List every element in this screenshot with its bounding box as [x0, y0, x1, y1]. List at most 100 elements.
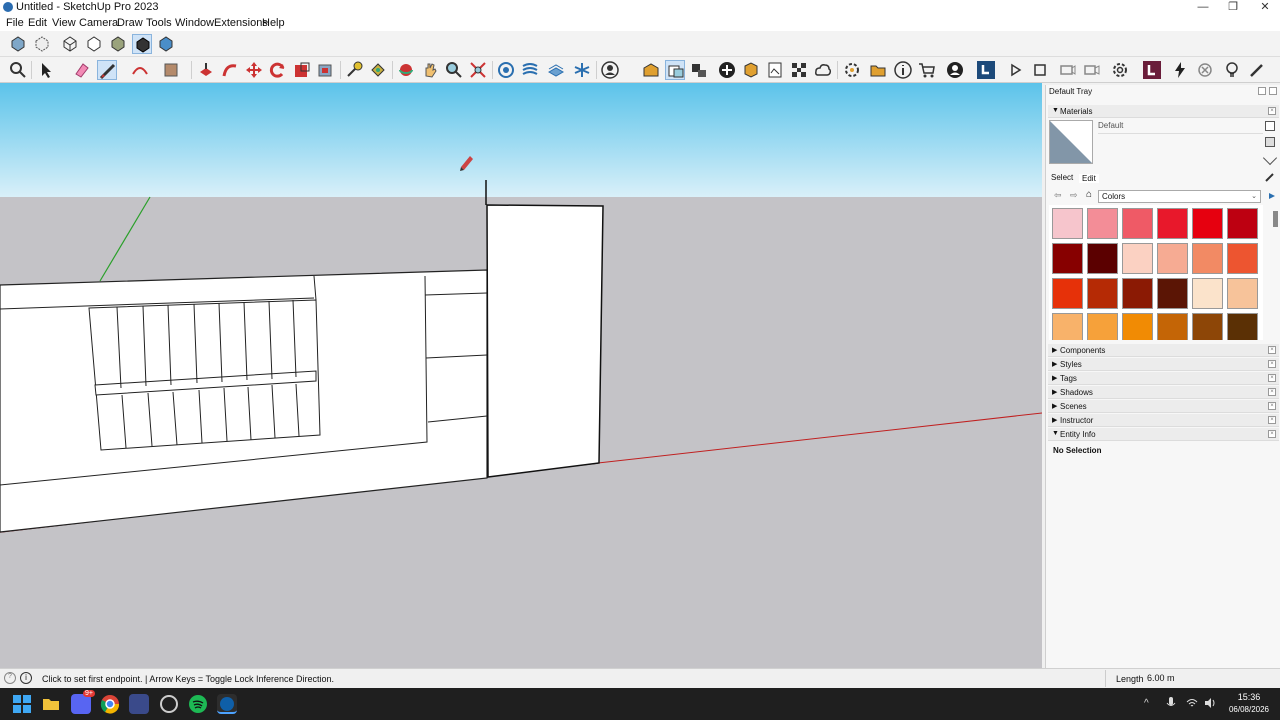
extension-logo-icon[interactable]	[976, 60, 996, 80]
details-arrow-icon[interactable]	[1267, 190, 1277, 200]
volume-icon[interactable]	[1204, 697, 1216, 709]
rectangle-tool-icon[interactable]	[161, 60, 181, 80]
create-material-icon[interactable]	[1265, 121, 1275, 131]
hidden-line-style-icon[interactable]	[84, 34, 104, 54]
eraser-tool-icon[interactable]	[72, 60, 92, 80]
cancel-circle-icon[interactable]	[1195, 60, 1215, 80]
styles-section-header[interactable]: ▶ Styles ×	[1048, 358, 1279, 371]
microphone-icon[interactable]	[1166, 697, 1176, 709]
wireframe-style-icon[interactable]	[60, 34, 80, 54]
instructor-section-header[interactable]: ▶ Instructor ×	[1048, 414, 1279, 427]
library-dropdown[interactable]: Colors ⌄	[1098, 190, 1261, 203]
menu-tools[interactable]: Tools	[146, 17, 172, 29]
color-swatch[interactable]	[1192, 313, 1223, 340]
materials-section-header[interactable]: ▼ Materials ×	[1048, 105, 1279, 118]
eyedropper-icon[interactable]	[1264, 171, 1276, 183]
menu-window[interactable]: Window	[175, 17, 214, 29]
color-swatch[interactable]	[1052, 243, 1083, 274]
wifi-icon[interactable]	[1186, 697, 1198, 709]
section-plane-icon[interactable]	[496, 60, 516, 80]
menu-help[interactable]: Help	[262, 17, 285, 29]
warehouse-icon[interactable]	[641, 60, 661, 80]
follow-me-tool-icon[interactable]	[220, 60, 240, 80]
lightning-icon[interactable]	[1170, 60, 1190, 80]
lightbulb-icon[interactable]	[1222, 60, 1242, 80]
sketchup-taskbar-icon[interactable]	[217, 694, 237, 714]
material-name[interactable]: Default	[1098, 121, 1123, 130]
color-swatch[interactable]	[1087, 313, 1118, 340]
color-swatch[interactable]	[1087, 278, 1118, 309]
forward-arrow-icon[interactable]: ⇨	[1070, 190, 1078, 201]
menu-draw[interactable]: Draw	[117, 17, 143, 29]
github-desktop-icon[interactable]	[159, 694, 179, 714]
cart-icon[interactable]	[917, 60, 937, 80]
back-arrow-icon[interactable]: ⇦	[1054, 190, 1062, 201]
color-swatch[interactable]	[1157, 208, 1188, 239]
entity-info-section-header[interactable]: ▼ Entity Info ×	[1048, 428, 1279, 441]
pan-tool-icon[interactable]	[420, 60, 440, 80]
discord-icon[interactable]	[71, 694, 91, 714]
windows-start-icon[interactable]	[12, 694, 32, 714]
color-swatch[interactable]	[1052, 313, 1083, 340]
menu-camera[interactable]: Camera	[79, 17, 118, 29]
info-icon[interactable]	[893, 60, 913, 80]
info-circle-icon[interactable]: i	[20, 672, 32, 684]
measurements-box[interactable]: 6.00 m	[1146, 673, 1278, 686]
duplicate-material-icon[interactable]	[1265, 137, 1275, 147]
tray-close-icon[interactable]	[1269, 87, 1277, 95]
scale-tool-icon[interactable]	[292, 60, 312, 80]
search-icon[interactable]	[8, 60, 28, 80]
monochrome-style-icon[interactable]	[156, 34, 176, 54]
paint-bucket-tool-icon[interactable]	[368, 60, 388, 80]
sandbox-smoove-icon[interactable]	[520, 60, 540, 80]
extension-manager-icon[interactable]	[842, 60, 862, 80]
xray-style-icon[interactable]	[8, 34, 28, 54]
home-icon[interactable]: ⌂	[1086, 189, 1092, 200]
swatch-scrollbar[interactable]	[1273, 211, 1278, 227]
drawing-viewport[interactable]	[0, 83, 1042, 668]
close-button[interactable]: ✕	[1250, 0, 1280, 15]
color-swatch[interactable]	[1052, 208, 1083, 239]
menu-edit[interactable]: Edit	[28, 17, 47, 29]
color-swatch[interactable]	[1192, 243, 1223, 274]
minimize-button[interactable]: —	[1188, 0, 1218, 15]
file-explorer-icon[interactable]	[41, 694, 61, 714]
color-swatch[interactable]	[1227, 313, 1258, 340]
menu-extensions[interactable]: Extensions	[214, 17, 268, 29]
orbit-tool-icon[interactable]	[396, 60, 416, 80]
color-swatch[interactable]	[1087, 208, 1118, 239]
camera-icon[interactable]	[1058, 60, 1078, 80]
shaded-style-icon[interactable]	[108, 34, 128, 54]
user-icon[interactable]	[945, 60, 965, 80]
folder-icon[interactable]	[868, 60, 888, 80]
add-location-icon[interactable]	[717, 60, 737, 80]
layout-icon[interactable]	[665, 60, 685, 80]
checkerboard-icon[interactable]	[789, 60, 809, 80]
chrome-icon[interactable]	[100, 694, 120, 714]
zoom-tool-icon[interactable]	[444, 60, 464, 80]
color-swatch[interactable]	[1227, 208, 1258, 239]
color-swatch[interactable]	[1157, 243, 1188, 274]
offset-tool-icon[interactable]	[316, 60, 336, 80]
trimble-connect-icon[interactable]	[689, 60, 709, 80]
account-icon[interactable]	[600, 60, 620, 80]
close-icon[interactable]: ×	[1268, 388, 1276, 396]
video-camera-icon[interactable]	[1082, 60, 1102, 80]
back-edges-style-icon[interactable]	[32, 34, 52, 54]
sandbox-drape-icon[interactable]	[572, 60, 592, 80]
components-section-header[interactable]: ▶ Components ×	[1048, 344, 1279, 357]
menu-file[interactable]: File	[6, 17, 24, 29]
push-pull-tool-icon[interactable]	[196, 60, 216, 80]
color-swatch[interactable]	[1087, 243, 1118, 274]
gear-icon[interactable]	[1110, 60, 1130, 80]
close-icon[interactable]: ×	[1268, 416, 1276, 424]
scenes-section-header[interactable]: ▶ Scenes ×	[1048, 400, 1279, 413]
cloud-upload-icon[interactable]	[813, 60, 833, 80]
sample-material-icon[interactable]	[1262, 150, 1278, 166]
color-swatch[interactable]	[1192, 278, 1223, 309]
color-swatch[interactable]	[1157, 313, 1188, 340]
maximize-button[interactable]: ❐	[1218, 0, 1248, 15]
rotate-tool-icon[interactable]	[268, 60, 288, 80]
color-swatch[interactable]	[1122, 313, 1153, 340]
tray-pin-icon[interactable]	[1258, 87, 1266, 95]
